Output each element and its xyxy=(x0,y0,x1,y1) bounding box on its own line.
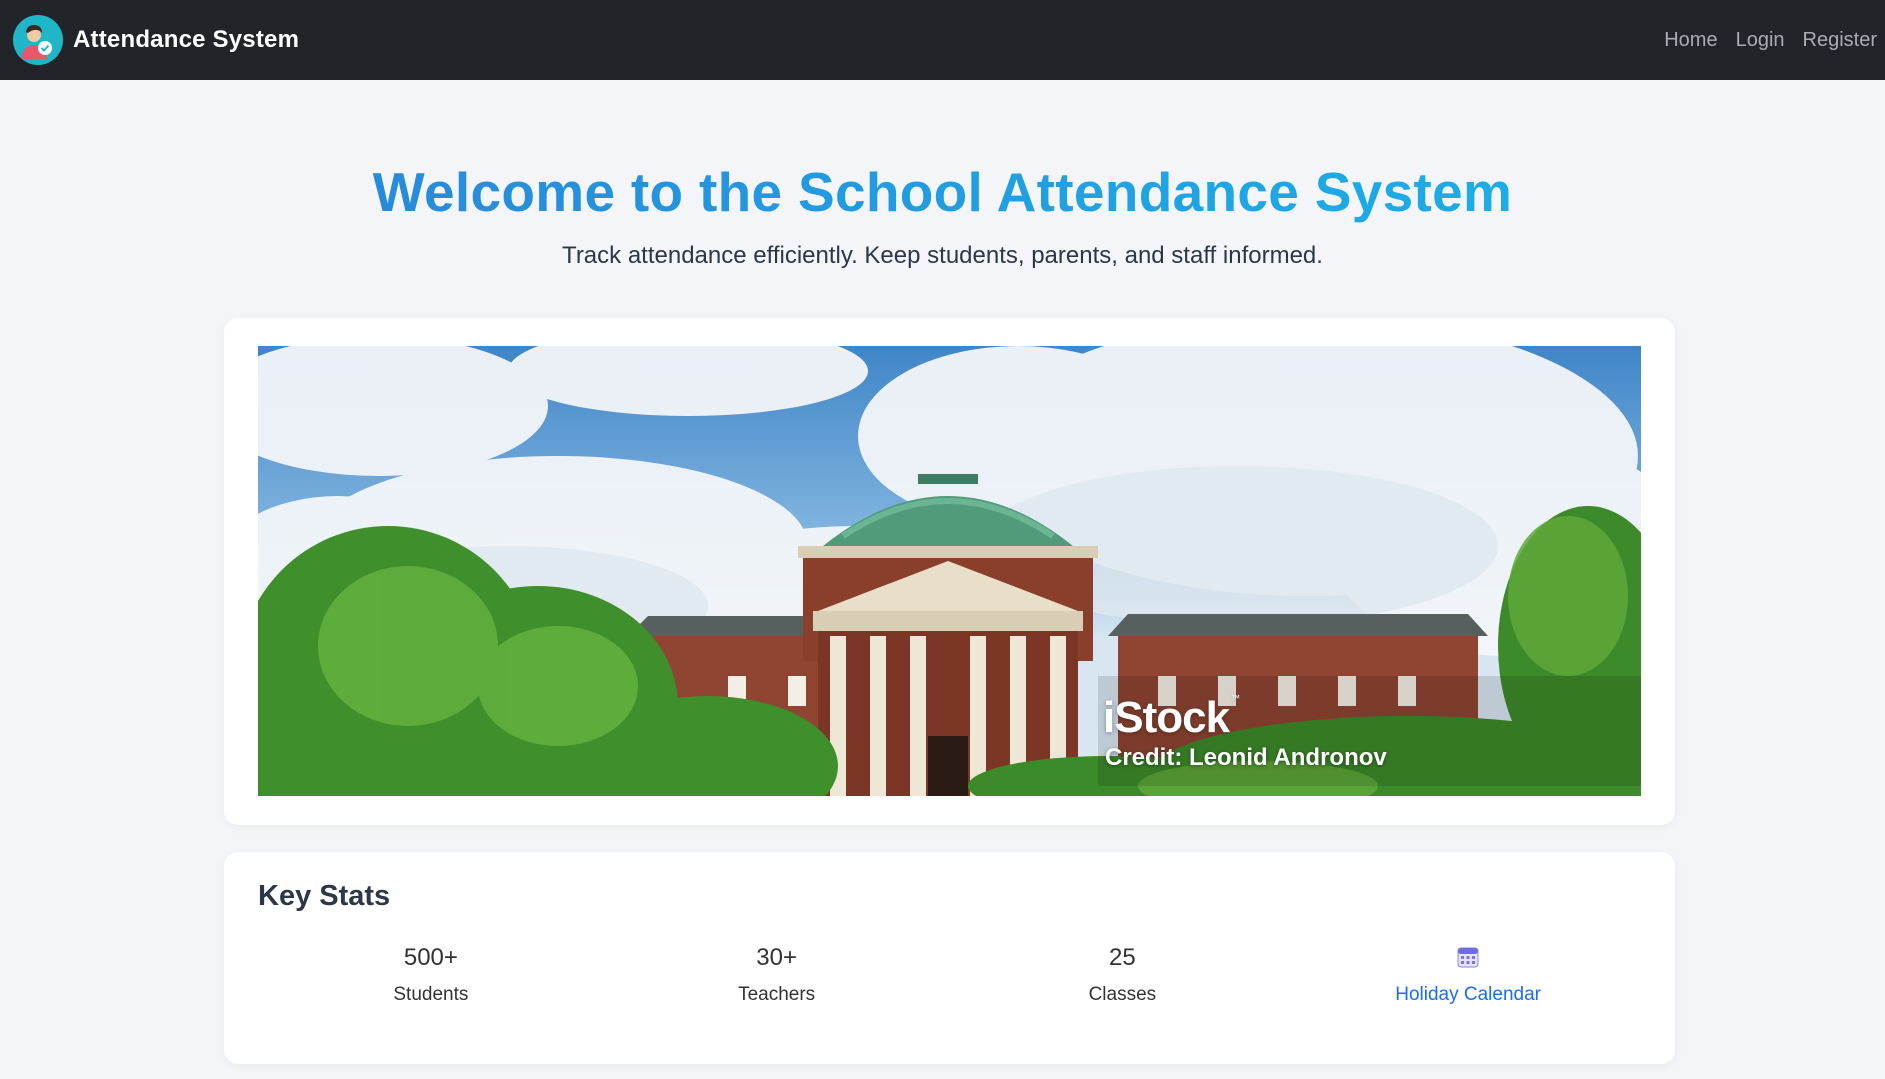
brand-name: Attendance System xyxy=(73,26,300,53)
stats-row: 500+ Students 30+ Teachers 25 Classes Ho… xyxy=(258,940,1641,1006)
istock-watermark: iStock ™ xyxy=(1103,693,1240,742)
page-title: Welcome to the School Attendance System xyxy=(0,160,1885,224)
nav-links: Home Login Register xyxy=(1664,29,1885,52)
hero-section: Welcome to the School Attendance System … xyxy=(0,80,1885,270)
holiday-calendar-link[interactable]: Holiday Calendar xyxy=(1295,940,1641,1006)
calendar-icon xyxy=(1456,940,1480,976)
photo-credit: Credit: Leonid Andronov xyxy=(1105,744,1387,771)
holiday-calendar-label[interactable]: Holiday Calendar xyxy=(1295,984,1641,1006)
brand[interactable]: Attendance System xyxy=(13,15,299,65)
school-banner-image: iStock ™ Credit: Leonid Andronov xyxy=(258,346,1641,796)
nav-login-link[interactable]: Login xyxy=(1736,29,1785,52)
page-subtitle: Track attendance efficiently. Keep stude… xyxy=(562,242,1323,269)
stat-label: Classes xyxy=(1088,984,1157,1005)
stat-classes: 25 Classes xyxy=(950,940,1296,1006)
stat-value: 500+ xyxy=(403,944,458,971)
key-stats-card: Key Stats 500+ Students 30+ Teachers 25 … xyxy=(224,852,1675,1064)
stat-value: 30+ xyxy=(756,944,797,971)
stat-value: 25 xyxy=(1109,944,1136,971)
brand-logo-icon xyxy=(13,15,63,65)
stat-students: 500+ Students xyxy=(258,940,604,1006)
stat-label: Students xyxy=(393,984,469,1005)
nav-home-link[interactable]: Home xyxy=(1664,29,1717,52)
banner-card: iStock ™ Credit: Leonid Andronov xyxy=(224,318,1675,825)
nav-register-link[interactable]: Register xyxy=(1803,29,1877,52)
stat-teachers: 30+ Teachers xyxy=(604,940,950,1006)
stat-label: Teachers xyxy=(738,984,816,1005)
key-stats-title: Key Stats xyxy=(258,880,391,912)
top-navbar: Attendance System Home Login Register xyxy=(0,0,1885,80)
